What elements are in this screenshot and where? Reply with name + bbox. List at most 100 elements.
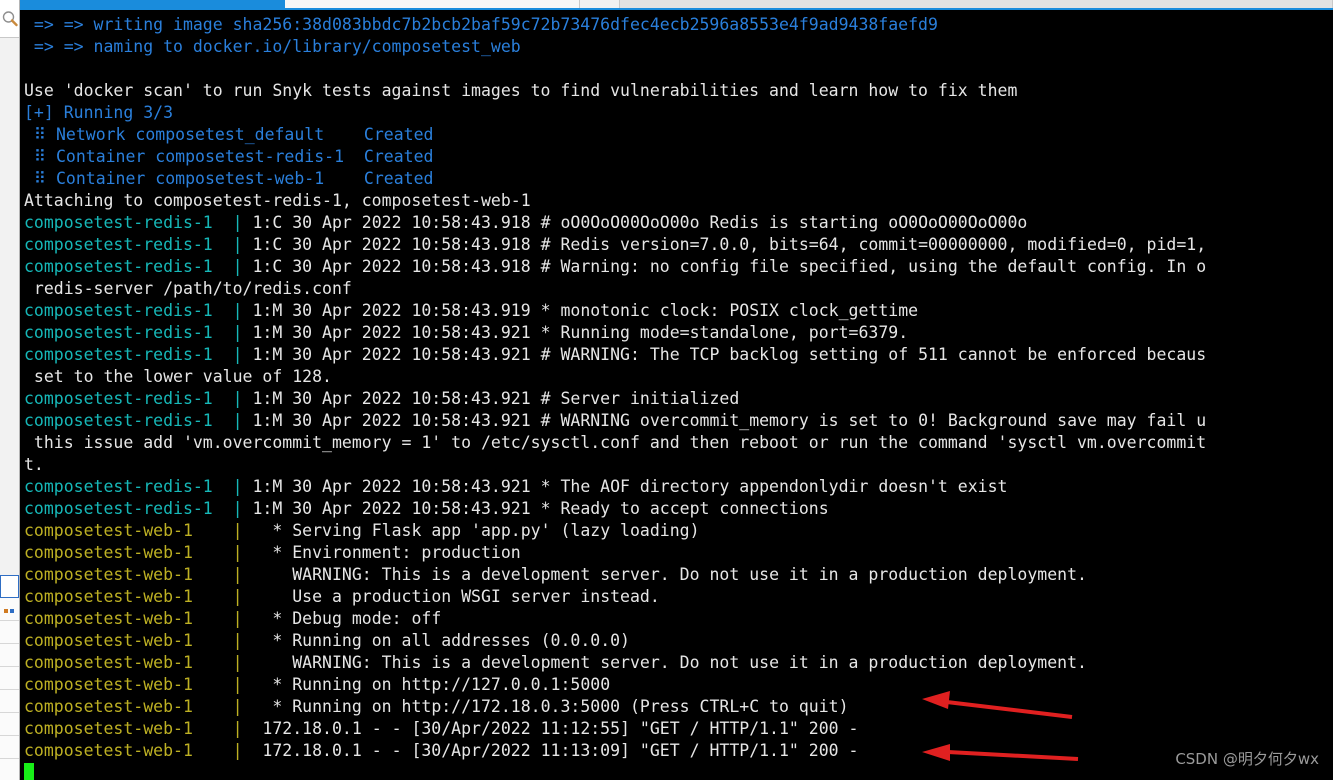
terminal-segment: composetest-web-1 xyxy=(24,521,193,540)
sidebar-row[interactable] xyxy=(0,575,19,598)
terminal-line: composetest-web-1 | 172.18.0.1 - - [30/A… xyxy=(24,740,1333,762)
terminal-segment: 1:M 30 Apr 2022 10:58:43.921 # WARNING: … xyxy=(252,345,1207,364)
terminal-line: Use 'docker scan' to run Snyk tests agai… xyxy=(24,80,1333,102)
terminal-line: composetest-redis-1 | 1:C 30 Apr 2022 10… xyxy=(24,234,1333,256)
terminal-segment: composetest-web-1 xyxy=(24,543,193,562)
sidebar-row[interactable] xyxy=(0,598,19,621)
terminal-segment: 1:M 30 Apr 2022 10:58:43.921 * Ready to … xyxy=(252,499,829,518)
marker-dot-icon xyxy=(4,609,8,613)
terminal-line: composetest-redis-1 | 1:M 30 Apr 2022 10… xyxy=(24,498,1333,520)
terminal-line: composetest-redis-1 | 1:C 30 Apr 2022 10… xyxy=(24,256,1333,278)
terminal-line: set to the lower value of 128. xyxy=(24,366,1333,388)
terminal-line: Attaching to composetest-redis-1, compos… xyxy=(24,190,1333,212)
terminal-line: composetest-web-1 | * Serving Flask app … xyxy=(24,520,1333,542)
terminal-segment: | xyxy=(192,719,253,738)
terminal-segment: | xyxy=(192,587,263,606)
terminal-segment: composetest-web-1 xyxy=(24,631,193,650)
terminal-line: ⠿ Container composetest-redis-1 Created xyxy=(24,146,1333,168)
terminal-segment: * Running on all addresses (0.0.0.0) xyxy=(262,631,630,650)
terminal-segment: ⠿ Network composetest_default Created xyxy=(24,125,434,144)
terminal-panel[interactable]: => => writing image sha256:38d083bbdc7b2… xyxy=(20,10,1333,780)
terminal-segment: * Environment: production xyxy=(262,543,521,562)
terminal-segment: composetest-web-1 xyxy=(24,565,193,584)
terminal-segment: | xyxy=(212,257,253,276)
terminal-line: [+] Running 3/3 xyxy=(24,102,1333,124)
terminal-segment: composetest-redis-1 xyxy=(24,499,213,518)
terminal-segment: | xyxy=(212,235,253,254)
terminal-line: composetest-web-1 | Use a production WSG… xyxy=(24,586,1333,608)
terminal-segment: | xyxy=(212,301,253,320)
terminal-cursor xyxy=(24,763,34,780)
terminal-segment: composetest-web-1 xyxy=(24,609,193,628)
sidebar-row[interactable] xyxy=(0,644,19,667)
terminal-segment: composetest-web-1 xyxy=(24,675,193,694)
terminal-segment: 1:M 30 Apr 2022 10:58:43.921 # Server in… xyxy=(252,389,740,408)
terminal-segment: | xyxy=(212,389,253,408)
screenshot-root: => => writing image sha256:38d083bbdc7b2… xyxy=(0,0,1333,780)
tab-bar[interactable] xyxy=(20,0,1333,10)
terminal-line: composetest-redis-1 | 1:C 30 Apr 2022 10… xyxy=(24,212,1333,234)
terminal-segment: [+] Running 3/3 xyxy=(24,103,174,122)
terminal-segment: composetest-redis-1 xyxy=(24,257,213,276)
terminal-segment: composetest-web-1 xyxy=(24,719,193,738)
terminal-segment: this issue add 'vm.overcommit_memory = 1… xyxy=(24,433,1207,452)
sidebar-row[interactable] xyxy=(0,736,19,759)
terminal-line: composetest-web-1 | 172.18.0.1 - - [30/A… xyxy=(24,718,1333,740)
terminal-segment: Use a production WSGI server instead. xyxy=(262,587,660,606)
terminal-segment: | xyxy=(212,499,253,518)
terminal-segment: | xyxy=(212,411,253,430)
terminal-line: composetest-redis-1 | 1:M 30 Apr 2022 10… xyxy=(24,410,1333,432)
terminal-segment: composetest-redis-1 xyxy=(24,323,213,342)
terminal-segment: Attaching to composetest-redis-1, compos… xyxy=(24,191,531,210)
terminal-segment: 1:M 30 Apr 2022 10:58:43.921 # WARNING o… xyxy=(252,411,1207,430)
terminal-line: composetest-web-1 | * Debug mode: off xyxy=(24,608,1333,630)
terminal-segment: 172.18.0.1 - - [30/Apr/2022 11:13:09] "G… xyxy=(252,741,859,760)
terminal-line: => => writing image sha256:38d083bbdc7b2… xyxy=(24,14,1333,36)
terminal-segment: => => naming to docker.io/library/compos… xyxy=(24,37,521,56)
terminal-cursor-line xyxy=(24,762,1333,780)
terminal-line: redis-server /path/to/redis.conf xyxy=(24,278,1333,300)
sidebar-row[interactable] xyxy=(0,621,19,644)
terminal-segment: 1:M 30 Apr 2022 10:58:43.921 * Running m… xyxy=(252,323,909,342)
terminal-segment: composetest-web-1 xyxy=(24,697,193,716)
terminal-segment: ⠿ Container composetest-redis-1 Created xyxy=(24,147,434,166)
terminal-segment: | xyxy=(192,521,263,540)
terminal-segment: * Running on http://172.18.0.3:5000 (Pre… xyxy=(262,697,849,716)
terminal-segment: Use 'docker scan' to run Snyk tests agai… xyxy=(24,81,1018,100)
sidebar-row[interactable] xyxy=(0,759,19,780)
terminal-segment: composetest-redis-1 xyxy=(24,389,213,408)
terminal-segment: 1:C 30 Apr 2022 10:58:43.918 # Warning: … xyxy=(252,257,1207,276)
terminal-segment: => => writing image sha256:38d083bbdc7b2… xyxy=(24,15,938,34)
terminal-segment: | xyxy=(212,213,253,232)
terminal-segment: composetest-redis-1 xyxy=(24,345,213,364)
terminal-segment: * Running on http://127.0.0.1:5000 xyxy=(262,675,611,694)
sidebar-row-list[interactable] xyxy=(0,575,19,780)
terminal-output: => => writing image sha256:38d083bbdc7b2… xyxy=(20,10,1333,780)
left-sidebar-strip xyxy=(0,0,20,780)
terminal-segment: composetest-redis-1 xyxy=(24,477,213,496)
terminal-segment: WARNING: This is a development server. D… xyxy=(262,565,1087,584)
terminal-line: composetest-web-1 | * Environment: produ… xyxy=(24,542,1333,564)
terminal-segment: composetest-web-1 xyxy=(24,587,193,606)
terminal-segment: composetest-redis-1 xyxy=(24,235,213,254)
terminal-segment: composetest-web-1 xyxy=(24,653,193,672)
terminal-line: composetest-web-1 | * Running on http://… xyxy=(24,696,1333,718)
sidebar-row[interactable] xyxy=(0,690,19,713)
terminal-line: composetest-web-1 | WARNING: This is a d… xyxy=(24,652,1333,674)
sidebar-row[interactable] xyxy=(0,713,19,736)
terminal-line: composetest-redis-1 | 1:M 30 Apr 2022 10… xyxy=(24,322,1333,344)
terminal-line: => => naming to docker.io/library/compos… xyxy=(24,36,1333,58)
terminal-segment: | xyxy=(192,675,263,694)
sidebar-search-panel[interactable] xyxy=(0,0,19,38)
terminal-line: composetest-web-1 | WARNING: This is a d… xyxy=(24,564,1333,586)
terminal-segment: composetest-redis-1 xyxy=(24,213,213,232)
terminal-line: composetest-redis-1 | 1:M 30 Apr 2022 10… xyxy=(24,300,1333,322)
magnifier-icon[interactable] xyxy=(1,10,19,28)
terminal-line: this issue add 'vm.overcommit_memory = 1… xyxy=(24,432,1333,454)
terminal-line: ⠿ Network composetest_default Created xyxy=(24,124,1333,146)
tab-underline xyxy=(20,8,1333,10)
sidebar-row[interactable] xyxy=(0,667,19,690)
terminal-segment: WARNING: This is a development server. D… xyxy=(262,653,1087,672)
terminal-line: composetest-redis-1 | 1:M 30 Apr 2022 10… xyxy=(24,388,1333,410)
